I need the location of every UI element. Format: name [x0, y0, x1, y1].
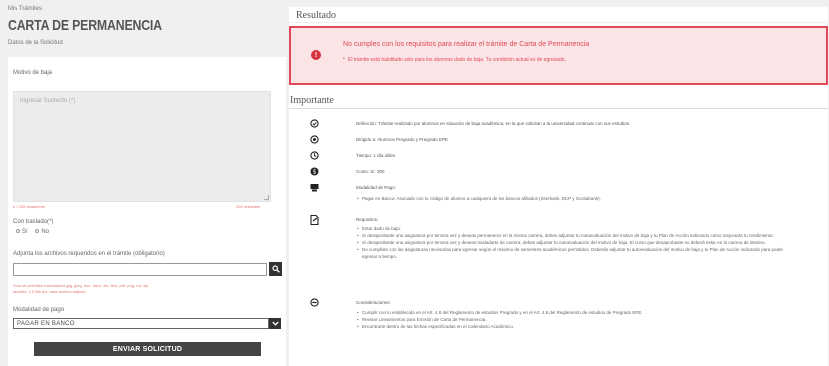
info-panel: Resultado ! No cumples con los requisito… [289, 7, 828, 366]
consideraciones-list: Cumplir con lo establecido en el Art. 4.… [357, 309, 792, 330]
radio-si[interactable] [16, 229, 20, 234]
list-item: Pagar en Banco: Asociado con tu código d… [357, 195, 792, 202]
char-remaining: 255 restantes [236, 204, 261, 209]
attach-note-size: tamaño: 1,0 Mb por cada archivo adjunto [13, 289, 86, 294]
check-circle-icon [310, 119, 319, 128]
alert-item: El trámite está habilitado solo para los… [343, 56, 566, 63]
motivo-label: Motivo de baja [13, 70, 53, 76]
dollar-circle-icon: $ [310, 167, 319, 176]
error-alert: ! No cumples con los requisitos para rea… [289, 26, 828, 85]
requisitos-text: Requisitos: [356, 217, 379, 222]
payment-label: Modalidad de pago [13, 307, 65, 313]
resize-handle[interactable] [264, 195, 269, 200]
list-item: Encontrarte dentro de las fechas especif… [357, 323, 792, 330]
important-title: Importante [289, 93, 828, 109]
traslado-label: Con traslado(*) [13, 219, 54, 225]
traslado-options: Sí No [16, 229, 49, 235]
chevron-down-icon [271, 321, 279, 326]
radio-si-label: Sí [22, 229, 28, 235]
list-item: Estar dado de baja. [357, 225, 792, 232]
section-subtitle: Datos de la Solicitud [8, 40, 63, 46]
page: Mis Trámites CARTA DE PERMANENCIA Datos … [0, 0, 829, 366]
file-input[interactable] [13, 263, 267, 276]
target-icon [310, 135, 319, 144]
list-item: Revisar Lineamientos para Emisión de Car… [357, 316, 792, 323]
payment-select[interactable]: PAGAR EN BANCO [13, 318, 269, 329]
modalidad-list: Pagar en Banco: Asociado con tu código d… [357, 195, 792, 202]
clock-icon [310, 151, 319, 160]
document-edit-icon [310, 215, 319, 225]
form-card: Motivo de baja Ingresar Sustento (*) 0 /… [8, 57, 286, 366]
radio-no[interactable] [35, 229, 40, 234]
payment-card-icon [310, 183, 319, 192]
list-item: Si desaprobaste una asignatura por terce… [357, 239, 792, 246]
radio-no-label: No [41, 229, 50, 235]
char-counter: 0 / 255 caracteres [13, 204, 46, 209]
definicion-text: Definición: Trámite realizado por alumno… [356, 121, 631, 126]
consideraciones-text: Consideraciones: [356, 300, 391, 305]
motivo-textarea[interactable]: Ingresar Sustento (*) [13, 91, 271, 202]
result-title: Resultado [289, 7, 828, 23]
dirigido-text: Dirigido a: Alumnos Pregrado y Pregrado … [356, 137, 449, 142]
modalidad-text: Modalidad de Pago: [356, 185, 397, 190]
attach-note-extensions: Solo se permiten extensiones jpg, jpeg, … [13, 283, 149, 288]
list-item: No cumpliste con las asignaturas necesar… [357, 246, 792, 260]
search-icon [271, 265, 280, 273]
costo-text: Costo: S/. 300 [356, 169, 385, 174]
svg-text:$: $ [313, 169, 317, 176]
page-title: CARTA DE PERMANENCIA [8, 17, 162, 34]
tiempo-text: Tiempo: 1 día útiles [356, 153, 396, 158]
submit-button[interactable]: ENVIAR SOLICITUD [34, 342, 261, 356]
list-item: Si desaprobaste una asignatura por terce… [357, 232, 792, 239]
payment-dropdown-button[interactable] [269, 318, 281, 329]
alert-icon: ! [311, 50, 321, 60]
breadcrumb[interactable]: Mis Trámites [8, 6, 42, 12]
list-item: Cumplir con lo establecido en el Art. 4.… [357, 309, 792, 316]
attach-label: Adjunta los archivos requeridos en el tr… [13, 251, 165, 257]
alert-title: No cumples con los requisitos para reali… [343, 41, 590, 48]
request-form-panel: Mis Trámites CARTA DE PERMANENCIA Datos … [0, 0, 287, 366]
requisitos-list: Estar dado de baja. Si desaprobaste una … [357, 225, 792, 260]
minus-circle-icon [310, 298, 319, 307]
motivo-placeholder: Ingresar Sustento (*) [20, 98, 76, 104]
browse-file-button[interactable] [269, 262, 282, 276]
